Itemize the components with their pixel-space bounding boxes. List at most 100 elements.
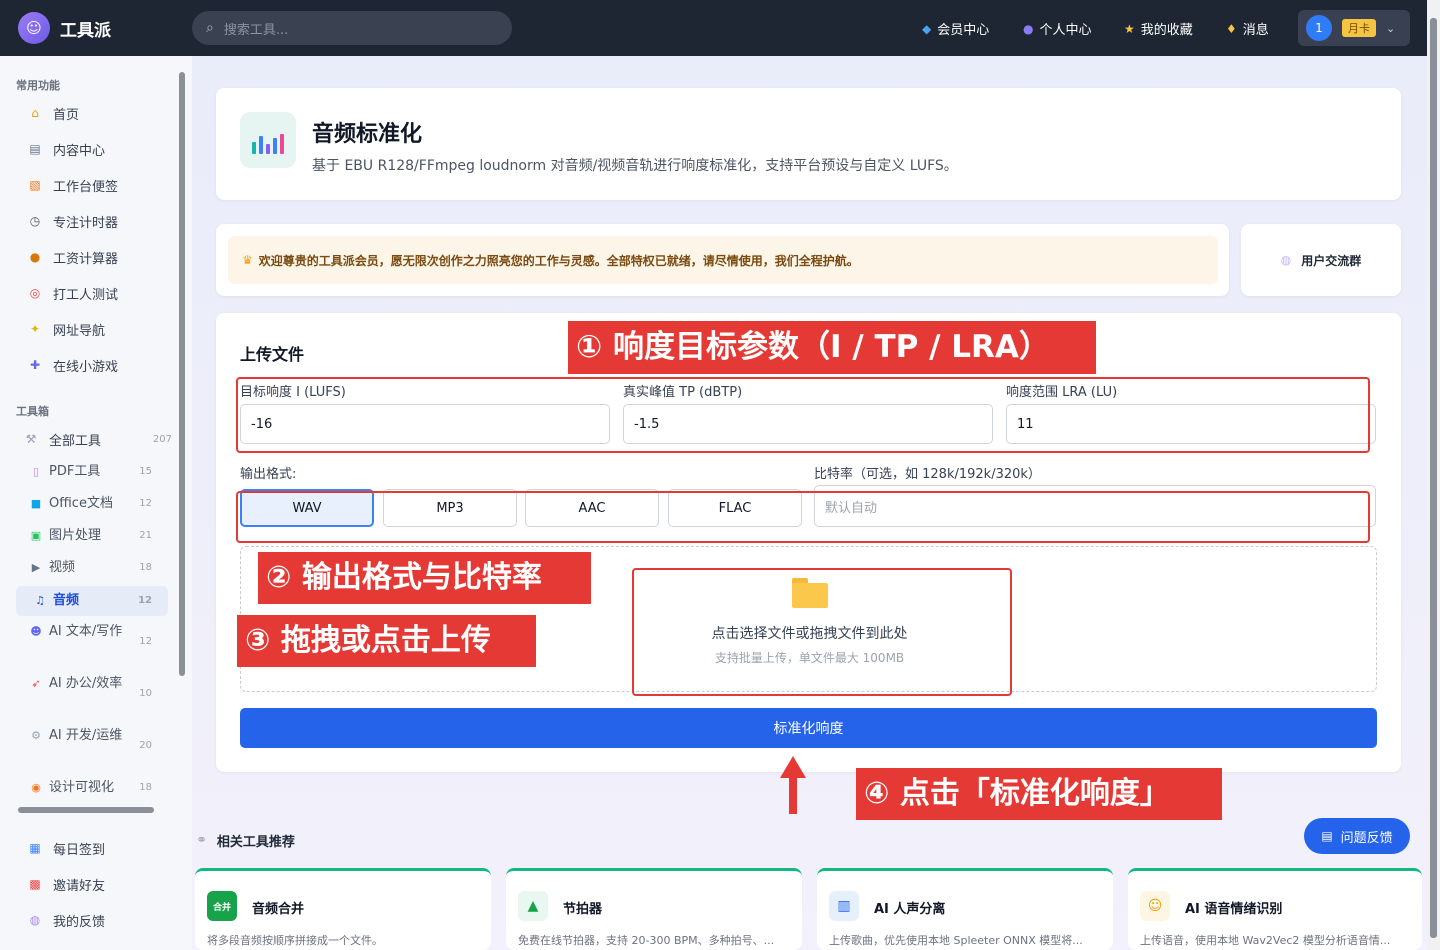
member-notice: ♛ 欢迎尊贵的工具派会员，愿无限次创作之力照亮您的工作与灵感。全部特权已就绪，请尽… [228, 236, 1218, 284]
section-tools: 工具箱 [16, 405, 49, 418]
search-input[interactable]: 搜索工具... [224, 19, 288, 38]
compass-icon: ✦ [29, 322, 41, 336]
wrench-icon: ⚙ [31, 729, 41, 742]
related-title: ⚭ 相关工具推荐 [196, 833, 295, 850]
annotation-arrow-up-icon [780, 756, 806, 814]
chat-icon: ◍ [29, 913, 41, 927]
note-icon: ▧ [29, 178, 41, 192]
sidebar-item-design[interactable]: ◉ 设计可视化 18 [28, 778, 168, 798]
user-icon: ● [1023, 21, 1034, 36]
annotation-label-submit: ④ 点击「标准化响度」 [856, 768, 1222, 820]
notice-card: ♛ 欢迎尊贵的工具派会员，愿无限次创作之力照亮您的工作与灵感。全部特权已就绪，请尽… [216, 224, 1229, 296]
related-card-emotion[interactable]: ☺ AI 语音情绪识别 上传语音，使用本地 Wav2Vec2 模型分析语音情..… [1128, 868, 1422, 950]
annotation-label-upload: ③ 拖拽或点击上传 [237, 615, 536, 667]
sidebar-scrollbar[interactable] [178, 62, 186, 802]
user-group-button[interactable]: ◍ 用户交流群 [1241, 224, 1401, 296]
chevron-down-icon[interactable]: ⌄ [1386, 22, 1395, 35]
music-icon: ♫ [35, 594, 45, 607]
brand-name[interactable]: 工具派 [60, 16, 111, 41]
vip-badge: 月卡 [1342, 19, 1376, 37]
document-icon: ▤ [1321, 829, 1333, 843]
sidebar-item-worker-test[interactable]: ◎ 打工人测试 [16, 278, 168, 308]
logo-icon[interactable]: ☺ [18, 12, 50, 44]
content-icon: ▤ [29, 142, 41, 156]
annotation-box-upload [632, 568, 1012, 696]
annotation-label-params: ① 响度目标参数（I / TP / LRA） [568, 321, 1096, 374]
sidebar-item-content[interactable]: ▤ 内容中心 [16, 134, 168, 164]
gamepad-icon: ✚ [29, 358, 41, 372]
sidebar-item-ai-dev[interactable]: ⚙ AI 开发/运维 20 [28, 726, 152, 751]
sidebar-item-video[interactable]: ▶ 视频 18 [28, 558, 168, 578]
chat-bubble-icon: ◍ [1280, 253, 1292, 267]
count-badge: 207 [152, 433, 172, 445]
hscroll-thumb[interactable] [18, 807, 154, 813]
nav-favorites[interactable]: ★ 我的收藏 [1124, 19, 1193, 39]
video-icon: ▶ [31, 561, 41, 574]
sidebar-item-games[interactable]: ✚ 在线小游戏 [16, 350, 168, 380]
link-icon: ⚭ [196, 833, 207, 848]
page-scrollbar[interactable] [1427, 0, 1440, 950]
sidebar-item-audio[interactable]: ♫ 音频 12 [16, 586, 168, 616]
sidebar-item-pdf[interactable]: ▯ PDF工具 15 [28, 462, 168, 482]
sidebar-item-notes[interactable]: ▧ 工作台便签 [16, 170, 168, 200]
sidebar-item-feedback[interactable]: ◍ 我的反馈 [16, 905, 168, 935]
nav-profile[interactable]: ● 个人中心 [1023, 19, 1092, 39]
related-card-vocal-split[interactable]: ▥ AI 人声分离 上传歌曲，优先使用本地 Spleeter ONNX 模型将.… [817, 868, 1113, 950]
avatar[interactable]: 1 [1306, 15, 1332, 41]
merge-icon: 合并 [207, 891, 237, 921]
search-icon: ⌕ [206, 20, 214, 36]
rocket-icon: ➶ [31, 677, 41, 690]
sidebar-item-invite[interactable]: ▩ 邀请好友 [16, 869, 168, 899]
sidebar: 常用功能 ⌂ 首页 ▤ 内容中心 ▧ 工作台便签 ◷ 专注计时器 ● 工资计算器 ◎ 打工人… [0, 56, 192, 950]
crown-icon: ♛ [242, 253, 253, 267]
search-box[interactable]: ⌕ 搜索工具... [192, 11, 512, 45]
sidebar-hscrollbar[interactable] [6, 806, 174, 814]
vocal-split-icon: ▥ [829, 891, 859, 921]
sidebar-item-home[interactable]: ⌂ 首页 [16, 98, 168, 128]
sidebar-item-office[interactable]: ■ Office文档 12 [28, 494, 168, 514]
related-card-metronome[interactable]: ▲ 节拍器 免费在线节拍器，支持 20-300 BPM、多种拍号、... [506, 868, 802, 950]
office-icon: ■ [30, 497, 42, 510]
sidebar-item-all-tools[interactable]: ⚒ 全部工具 207 [16, 424, 172, 454]
section-common: 常用功能 [16, 79, 60, 92]
image-icon: ▣ [30, 529, 42, 542]
timer-icon: ◷ [29, 214, 41, 228]
diamond-icon: ◆ [922, 21, 932, 36]
sidebar-item-image[interactable]: ▣ 图片处理 21 [28, 526, 168, 546]
related-card-merge[interactable]: 合并 音频合并 将多段音频按顺序拼接成一个文件。 [195, 868, 491, 950]
annotation-label-format: ② 输出格式与比特率 [258, 552, 591, 604]
page-description: 基于 EBU R128/FFmpeg loudnorm 对音频/视频音轨进行响度… [312, 158, 958, 174]
sidebar-item-ai-writing[interactable]: ☻ AI 文本/写作 12 [28, 622, 152, 647]
audio-bars-icon [240, 112, 296, 168]
pdf-icon: ▯ [32, 465, 40, 478]
page-scroll-thumb[interactable] [1430, 18, 1437, 938]
robot-icon: ☻ [30, 625, 42, 638]
target-icon: ◎ [29, 286, 41, 300]
annotation-box-format [236, 491, 1370, 543]
format-label: 输出格式: [240, 467, 297, 482]
gift-icon: ▩ [29, 877, 41, 891]
normalize-button[interactable]: 标准化响度 [240, 708, 1377, 748]
money-icon: ● [29, 250, 41, 264]
sidebar-item-nav[interactable]: ✦ 网址导航 [16, 314, 168, 344]
metronome-icon: ▲ [518, 891, 548, 921]
user-menu[interactable]: 1 月卡 ⌄ [1298, 10, 1410, 46]
annotation-box-params [236, 377, 1370, 453]
sidebar-item-ai-office[interactable]: ➶ AI 办公/效率 10 [28, 674, 152, 699]
sidebar-item-timer[interactable]: ◷ 专注计时器 [16, 206, 168, 236]
sidebar-item-checkin[interactable]: ▦ 每日签到 [16, 833, 168, 863]
star-icon: ★ [1124, 21, 1135, 36]
upload-section-title: 上传文件 [240, 345, 305, 364]
palette-icon: ◉ [31, 781, 41, 794]
top-bar: ☺ 工具派 ⌕ 搜索工具... ◆ 会员中心 ● 个人中心 ★ 我的收藏 ♦ 消息 1 … [0, 0, 1440, 56]
nav-messages[interactable]: ♦ 消息 [1226, 19, 1269, 39]
tools-icon: ⚒ [25, 432, 37, 446]
bell-icon: ♦ [1226, 21, 1237, 36]
page-title: 音频标准化 [312, 122, 423, 147]
header-card: 音频标准化 基于 EBU R128/FFmpeg loudnorm 对音频/视频… [216, 88, 1401, 200]
emotion-icon: ☺ [1140, 891, 1170, 921]
feedback-button[interactable]: ▤ 问题反馈 [1304, 818, 1410, 854]
nav-vip-center[interactable]: ◆ 会员中心 [922, 19, 989, 39]
sidebar-item-salary[interactable]: ● 工资计算器 [16, 242, 168, 272]
scroll-thumb[interactable] [179, 72, 185, 676]
